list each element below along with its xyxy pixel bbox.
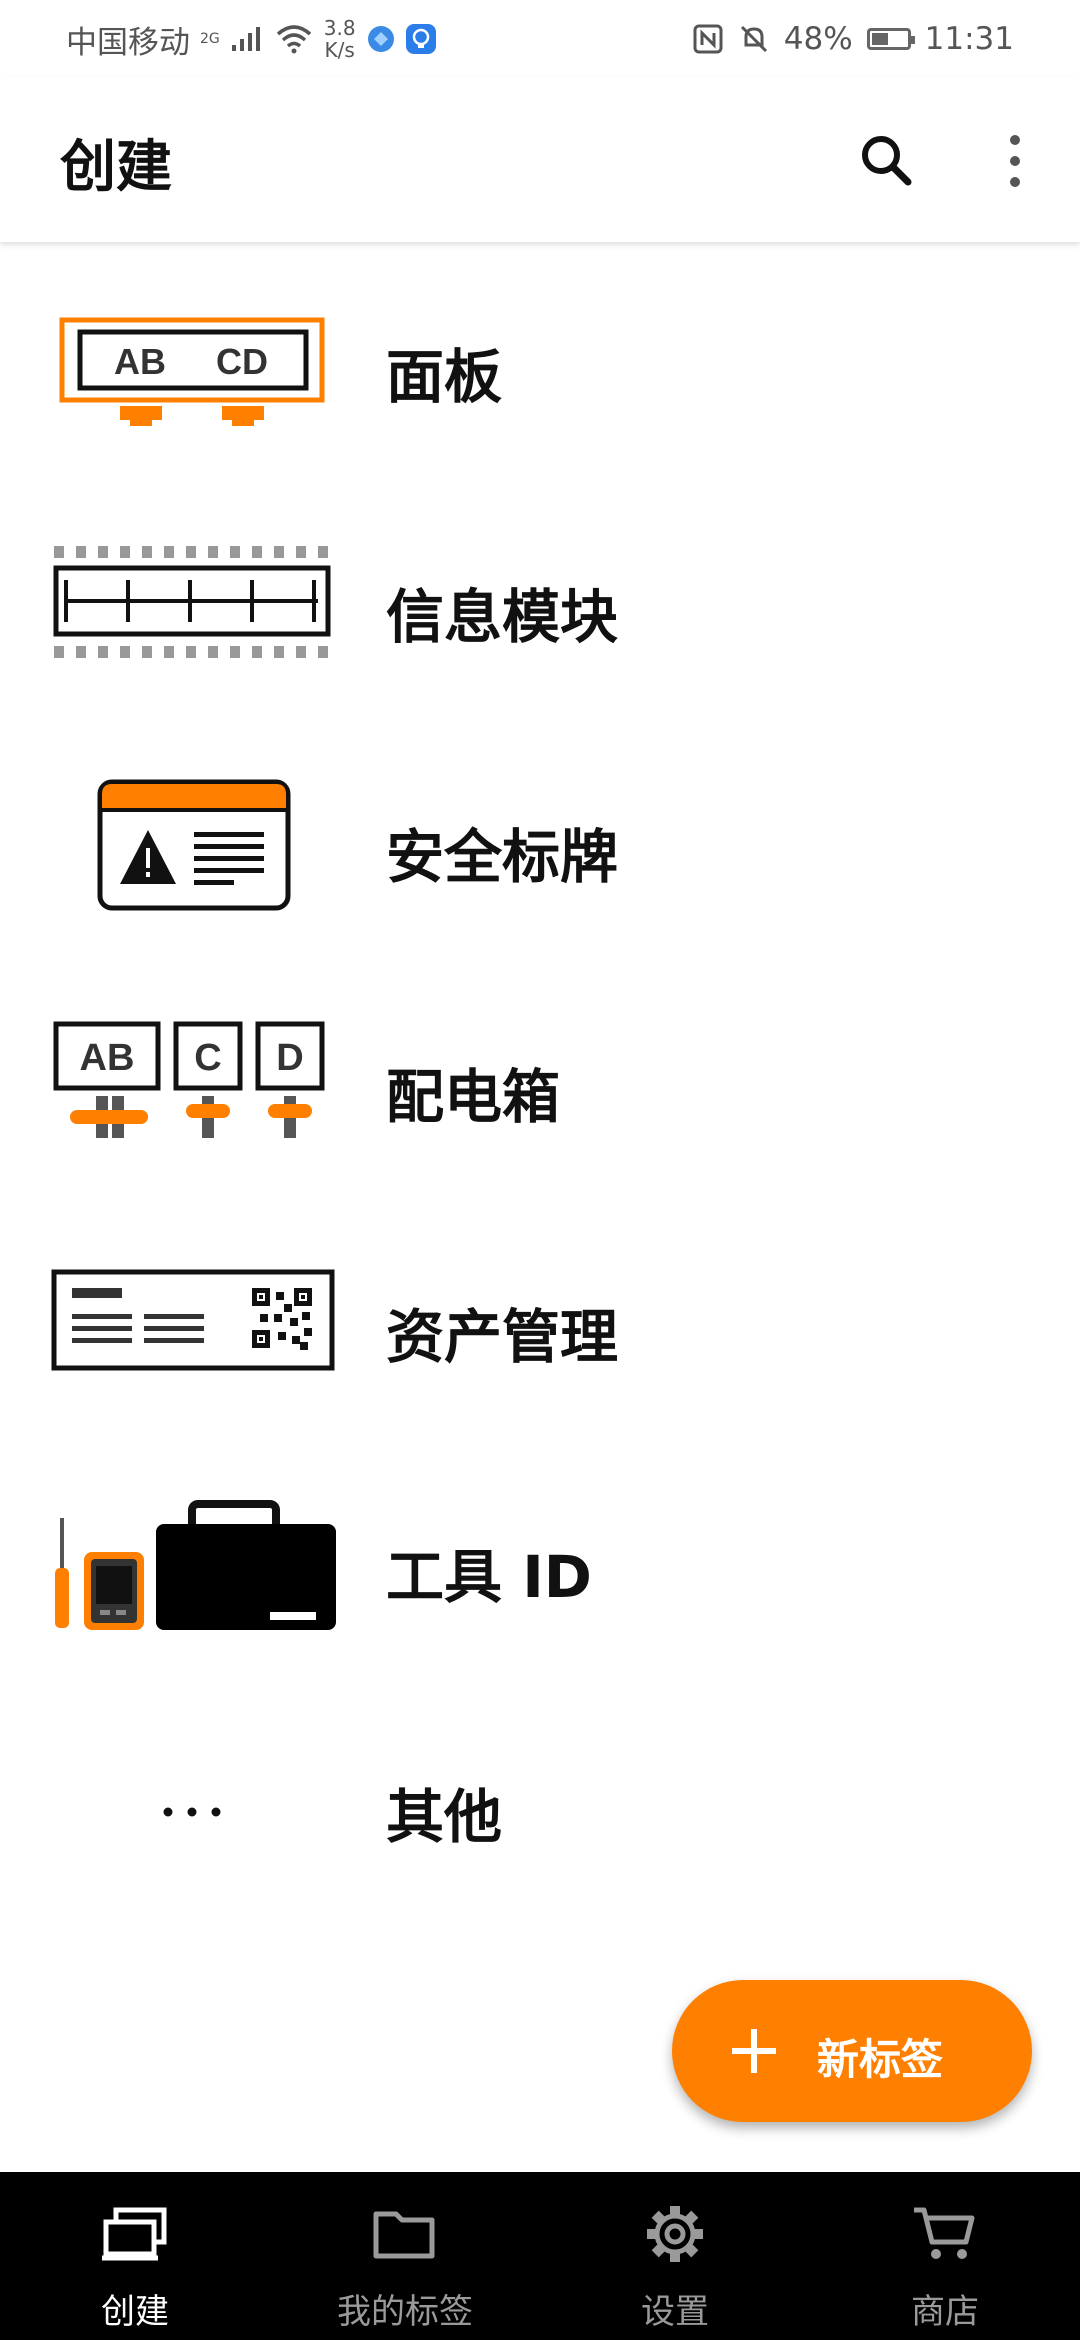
list-item-tool-id[interactable]: 工具 ID xyxy=(0,1442,1080,1682)
more-options-button[interactable] xyxy=(980,126,1050,196)
list-item-asset-management[interactable]: 资产管理 xyxy=(0,1202,1080,1442)
svg-text:CD: CD xyxy=(216,341,268,382)
vpn-app-icon xyxy=(367,26,394,52)
nav-create[interactable]: 创建 xyxy=(0,2172,270,2340)
distribution-box-icon: AB C D xyxy=(53,1021,325,1138)
carrier-name: 中国移动 xyxy=(66,24,190,61)
more-vert-icon xyxy=(1010,135,1020,187)
lightbulb-app-icon xyxy=(405,24,436,54)
network-type: 2G xyxy=(200,30,220,47)
list-item-safety-sign[interactable]: 安全标牌 xyxy=(0,722,1080,962)
battery-icon xyxy=(866,28,915,50)
asset-tag-icon xyxy=(51,1269,335,1371)
new-label-fab[interactable]: 新标签 xyxy=(672,1980,1032,2122)
status-bar: 中国移动 2G 3.8 K/s 48% 11:31 xyxy=(0,0,1080,76)
list-item-info-module[interactable]: 信息模块 xyxy=(0,482,1080,722)
plus-icon xyxy=(732,2029,776,2073)
wifi-icon xyxy=(276,25,311,54)
folder-icon xyxy=(373,2211,435,2259)
list-item-distribution-box[interactable]: AB C D 配电箱 xyxy=(0,962,1080,1202)
svg-text:D: D xyxy=(276,1037,303,1079)
list-item-label: 配电箱 xyxy=(386,1063,561,1131)
search-button[interactable] xyxy=(852,126,922,196)
cart-icon xyxy=(914,2207,975,2259)
nfc-icon xyxy=(693,24,723,54)
app-bar: 创建 xyxy=(0,76,1080,242)
page-title: 创建 xyxy=(60,135,172,200)
nav-my-labels[interactable]: 我的标签 xyxy=(270,2172,540,2340)
bottom-navigation: 创建 我的标签 设置 商店 xyxy=(0,2172,1080,2340)
search-icon xyxy=(862,136,912,186)
svg-text:AB: AB xyxy=(114,341,166,382)
nav-store[interactable]: 商店 xyxy=(810,2172,1080,2340)
signal-icon xyxy=(231,27,260,51)
list-item-label: 信息模块 xyxy=(386,583,619,651)
list-item-label: 工具 ID xyxy=(386,1543,592,1611)
nav-settings[interactable]: 设置 xyxy=(540,2172,810,2340)
list-item-label: 面板 xyxy=(386,343,503,411)
list-item-panel[interactable]: AB CD 面板 xyxy=(0,242,1080,482)
mute-icon xyxy=(740,25,767,53)
network-speed: 3.8 K/s xyxy=(323,16,356,62)
ellipsis-icon xyxy=(163,1807,221,1817)
svg-text:AB: AB xyxy=(80,1037,135,1079)
list-item-other[interactable]: 其他 xyxy=(0,1682,1080,1922)
nav-label: 设置 xyxy=(641,2292,709,2332)
clock: 11:31 xyxy=(924,21,1014,57)
list-item-label: 资产管理 xyxy=(386,1303,619,1371)
nav-label: 我的标签 xyxy=(337,2292,473,2332)
safety-sign-icon xyxy=(97,779,291,911)
create-layers-icon xyxy=(102,2207,167,2261)
list-item-label: 其他 xyxy=(386,1783,503,1851)
status-right: 48% 11:31 xyxy=(692,14,1014,64)
battery-percent: 48% xyxy=(783,21,853,57)
status-left: 中国移动 2G 3.8 K/s xyxy=(66,14,436,64)
svg-text:C: C xyxy=(194,1037,221,1079)
panel-icon: AB CD xyxy=(59,317,325,426)
gear-icon xyxy=(647,2206,703,2262)
info-module-icon xyxy=(53,546,331,658)
nav-label: 商店 xyxy=(911,2292,979,2332)
list-item-label: 安全标牌 xyxy=(386,823,619,891)
tools-icon xyxy=(55,1500,336,1630)
nav-label: 创建 xyxy=(101,2292,169,2332)
fab-label: 新标签 xyxy=(817,2035,944,2084)
